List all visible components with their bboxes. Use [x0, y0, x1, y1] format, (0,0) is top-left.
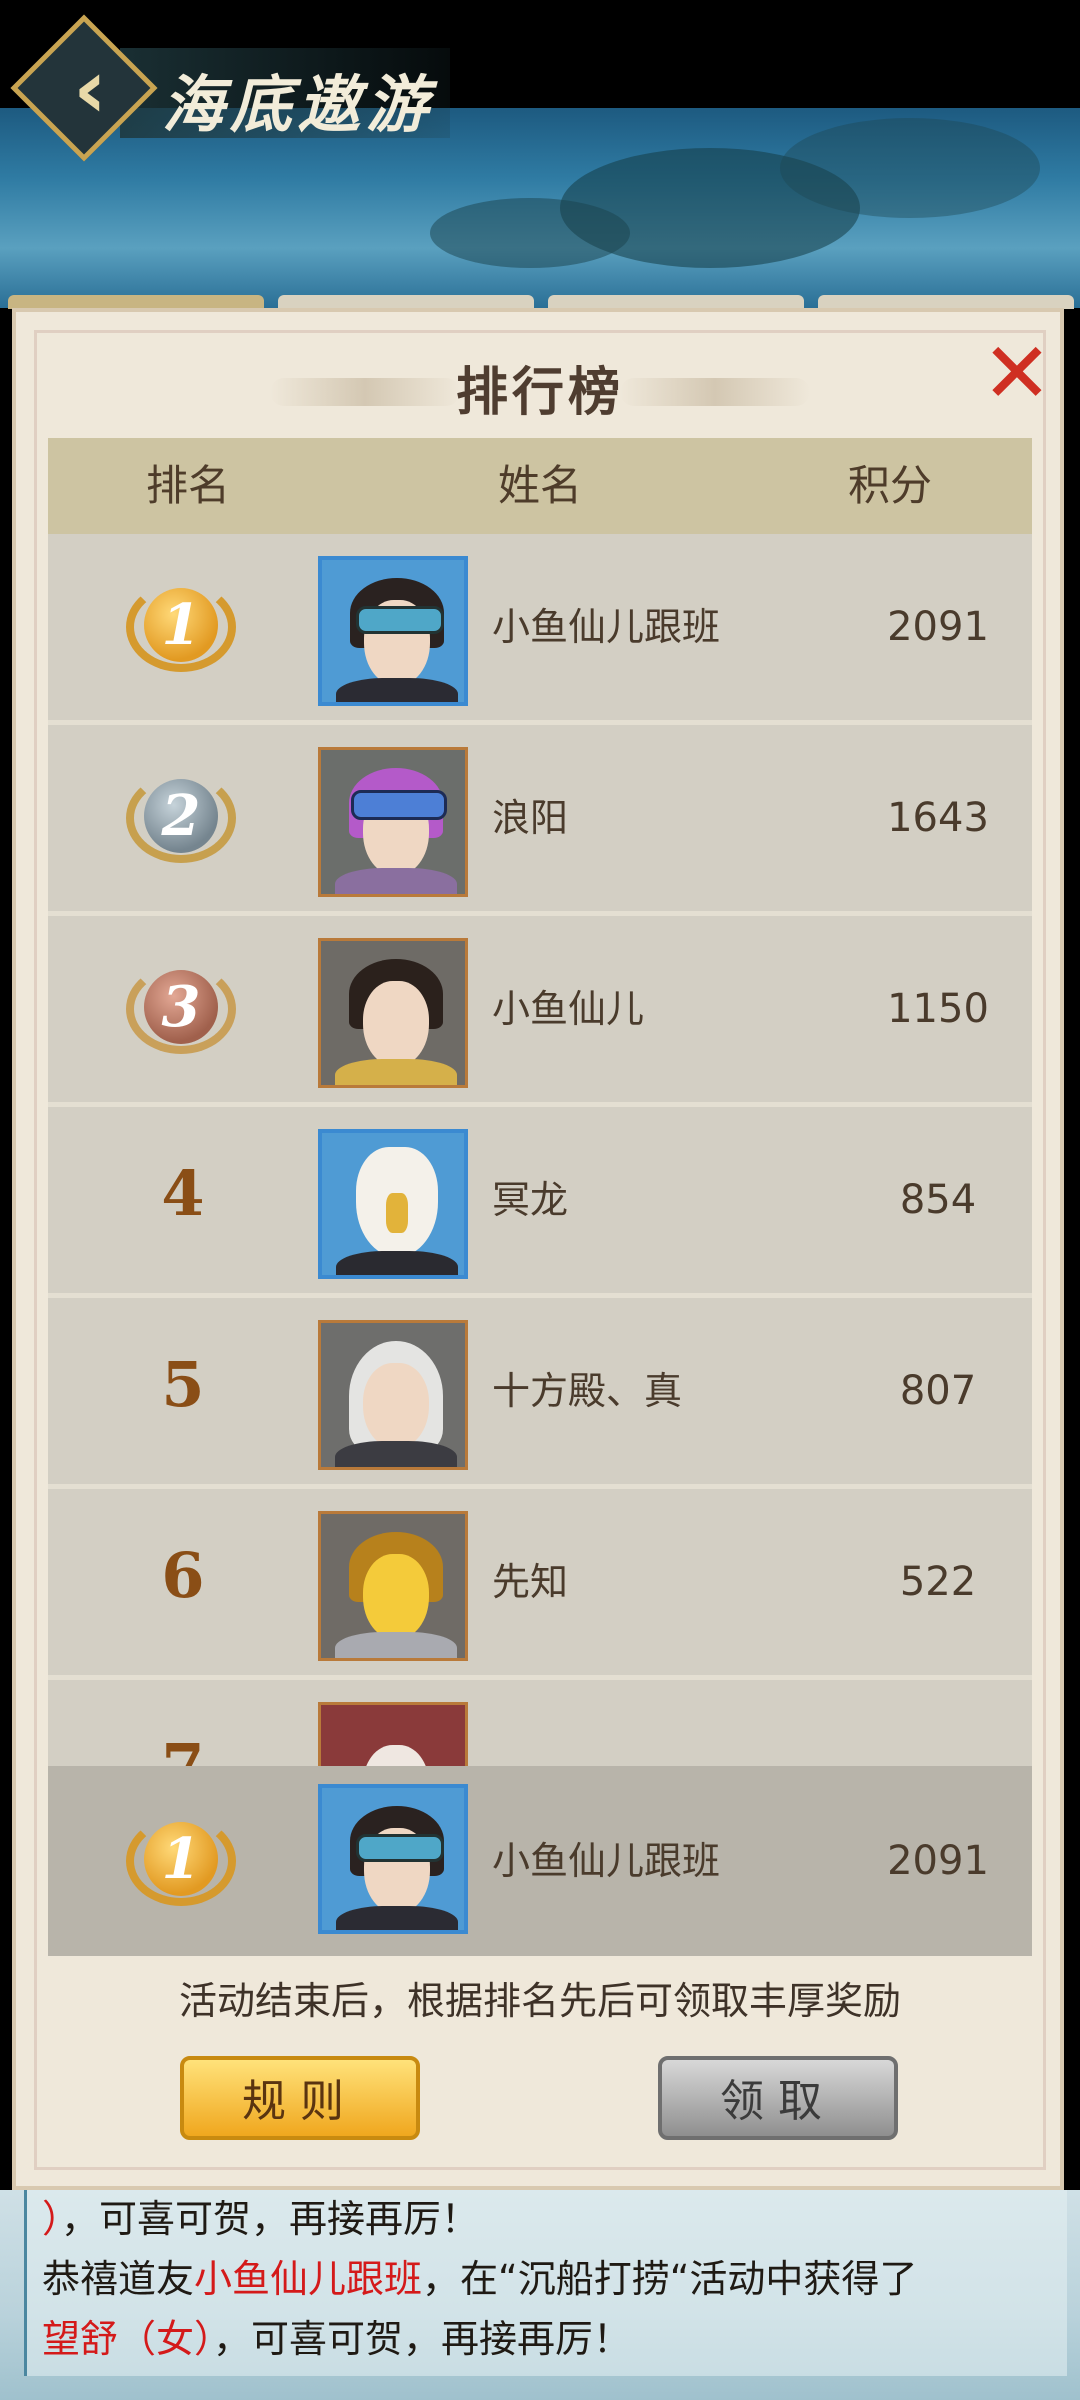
player-name: 冥龙: [492, 1178, 569, 1222]
player-score: 807: [899, 1368, 977, 1414]
table-row[interactable]: 3 小鱼仙儿 1150: [48, 916, 1032, 1107]
claim-button[interactable]: 领取: [658, 2056, 898, 2140]
page-title: 海底遨游: [162, 68, 435, 141]
silver-medal-icon: 2: [126, 773, 236, 863]
table-row[interactable]: 1 小鱼仙儿跟班 2091: [48, 534, 1032, 725]
rank-number: 5: [161, 1348, 205, 1421]
player-name: 浪阳: [492, 796, 569, 840]
avatar[interactable]: [318, 1702, 468, 1766]
table-row[interactable]: 4 冥龙 854: [48, 1107, 1032, 1298]
chevron-left-icon[interactable]: ‹: [52, 49, 128, 131]
player-score: 2091: [887, 604, 989, 650]
header-score: 积分: [847, 461, 932, 510]
tab-stub-1[interactable]: [8, 295, 264, 309]
header-name: 姓名: [497, 461, 582, 510]
chat-line-1: ），可喜可贺，再接再厉！: [42, 2197, 480, 2241]
tab-stub-4[interactable]: [818, 295, 1074, 309]
chat-item-link[interactable]: 望舒（女）: [42, 2317, 213, 2361]
avatar[interactable]: [318, 1129, 468, 1279]
ranking-list[interactable]: 1 小鱼仙儿跟班 2091 2 浪阳 1643 3 小鱼仙儿 1150 4 冥龙…: [48, 534, 1032, 1766]
chat-player-link[interactable]: 小鱼仙儿跟班: [194, 2257, 422, 2301]
gold-medal-icon: 1: [126, 582, 236, 672]
panel-title: 排行榜: [455, 362, 624, 423]
rank-number: 6: [161, 1539, 205, 1612]
tab-stub-2[interactable]: [278, 295, 534, 309]
reward-notice: 活动结束后，根据排名先后可领取丰厚奖励: [178, 1979, 901, 2023]
avatar[interactable]: [318, 938, 468, 1088]
player-score: 854: [899, 1177, 977, 1223]
table-row[interactable]: 5 十方殿、真 807: [48, 1298, 1032, 1489]
gold-medal-icon: 1: [126, 1816, 236, 1906]
table-row[interactable]: 2 浪阳 1643: [48, 725, 1032, 916]
bronze-medal-icon: 3: [126, 964, 236, 1054]
player-name: ……: [492, 1680, 568, 1766]
chat-line-3: 望舒（女），可喜可贺，再接再厉！: [42, 2317, 632, 2361]
my-score: 2091: [887, 1838, 989, 1884]
player-score: 522: [899, 1559, 977, 1605]
table-row[interactable]: 6 先知 522: [48, 1489, 1032, 1680]
rules-button[interactable]: 规则: [180, 2056, 420, 2140]
avatar[interactable]: [318, 556, 468, 706]
avatar[interactable]: [318, 1511, 468, 1661]
player-name: 先知: [492, 1560, 569, 1604]
avatar[interactable]: [318, 747, 468, 897]
my-name: 小鱼仙儿跟班: [492, 1839, 721, 1883]
table-row[interactable]: 7 …… ……: [48, 1680, 1032, 1766]
player-name: 小鱼仙儿跟班: [492, 605, 721, 649]
rank-number: 4: [161, 1157, 205, 1230]
player-score: 1643: [887, 795, 989, 841]
header-rank: 排名: [145, 461, 230, 510]
avatar[interactable]: [318, 1784, 468, 1934]
player-score: 1150: [887, 986, 989, 1032]
player-name: 小鱼仙儿: [492, 987, 645, 1031]
chat-line-2: 恭禧道友小鱼仙儿跟班，在“沉船打捞“活动中获得了: [42, 2257, 918, 2301]
rank-number: 7: [138, 1730, 228, 1766]
avatar[interactable]: [318, 1320, 468, 1470]
player-name: 十方殿、真: [492, 1369, 683, 1413]
my-rank-row: 1 小鱼仙儿跟班 2091: [48, 1766, 1032, 1956]
player-score: ……: [808, 1680, 1032, 1766]
tab-stub-3[interactable]: [548, 295, 804, 309]
close-icon[interactable]: ✕: [980, 331, 1054, 415]
